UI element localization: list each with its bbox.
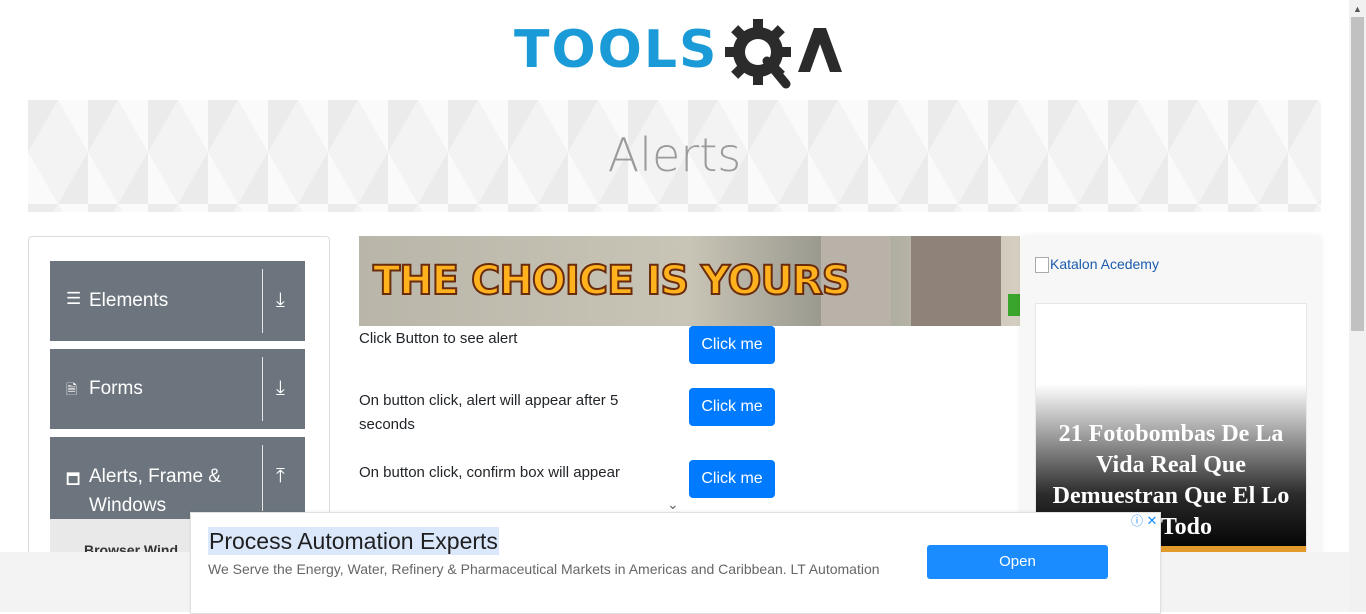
bottom-ad[interactable]: ⓘ ✕ Process Automation Experts We Serve … [190,512,1161,614]
ad-character-image [911,236,1001,326]
nav-group-label-line2: Windows [89,495,167,516]
download-icon: ⤓ [276,377,285,399]
page-scrollbar[interactable]: ▲ [1349,0,1366,612]
divider [262,269,263,333]
gear-magnifier-icon: A [725,19,842,89]
confirm-button[interactable]: Click me [689,460,775,498]
download-icon: ⤓ [276,289,285,311]
hamburger-icon: ☰ [66,289,82,308]
timer-alert-button[interactable]: Click me [689,388,775,426]
upload-icon: ⤒ [276,465,285,487]
scroll-up-icon[interactable]: ▲ [1353,4,1362,14]
ad-banner-text: THE CHOICE IS YOURS [372,257,852,305]
bottom-ad-description: We Serve the Energy, Water, Refinery & P… [208,561,880,577]
toolsqa-logo[interactable]: TOOLS A [514,14,844,94]
broken-image-icon [1035,257,1049,274]
katalon-ad-image[interactable]: Katalon Acedemy [1035,256,1159,274]
timer-alert-row-text: On button click, alert will appear after… [359,392,619,433]
bottom-ad-title[interactable]: Process Automation Experts [208,527,499,555]
katalon-alt-text: Katalon Acedemy [1050,256,1159,272]
alert-row-text: Click Button to see alert [359,330,518,347]
close-icon[interactable]: ✕ [1145,514,1159,528]
nav-group-alerts-frame-windows[interactable]: 🗖 Alerts, Frame & Windows ⤒ [50,437,305,519]
info-icon[interactable]: ⓘ [1130,514,1144,528]
window-icon: 🗖 [66,471,81,488]
page-title: Alerts [607,128,742,182]
scrollbar-thumb[interactable] [1351,17,1364,331]
nav-group-label-line1: Alerts, Frame & [89,466,221,487]
divider [262,445,263,511]
divider [262,357,263,421]
page-header-banner: Alerts [28,100,1321,212]
nav-group-label: Forms [89,378,143,399]
logo-word: TOOLS [514,20,719,80]
document-icon: 🗎 [66,381,78,397]
nav-group-label: Elements [89,290,169,311]
alert-button[interactable]: Click me [689,326,775,364]
ad-banner-top[interactable]: THE CHOICE IS YOURS [359,236,1020,326]
open-button[interactable]: Open [927,545,1108,579]
nav-group-forms[interactable]: 🗎 Forms ⤓ [50,349,305,429]
nav-group-elements[interactable]: ☰ Elements ⤓ [50,261,305,341]
confirm-row-text: On button click, confirm box will appear [359,464,620,481]
ad-green-button [1008,294,1020,316]
chevron-down-icon[interactable]: ⌄ [667,496,679,513]
